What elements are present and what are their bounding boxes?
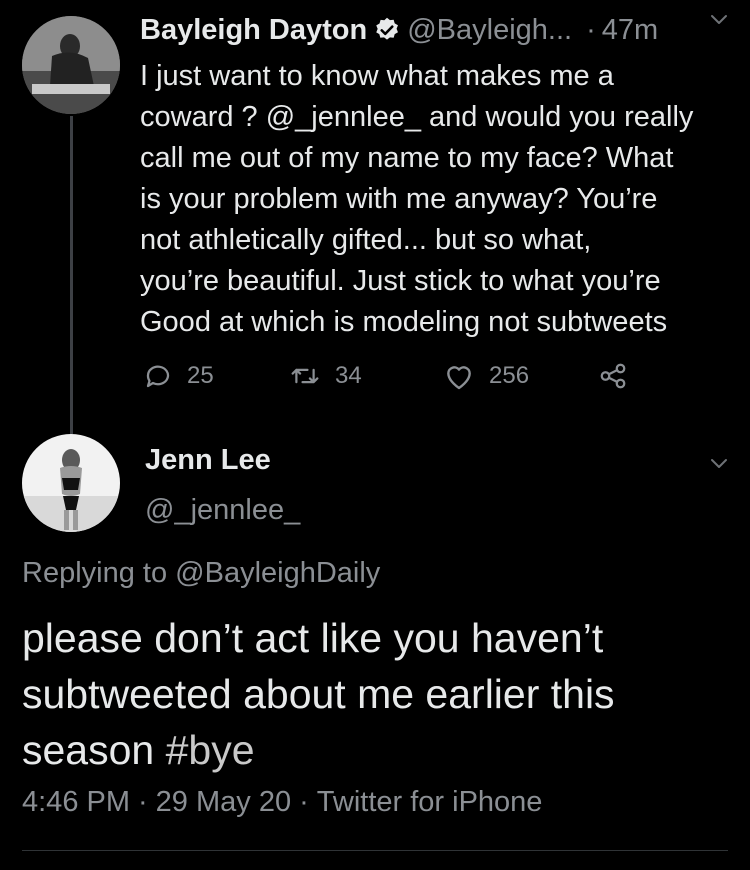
replying-to-line: Replying to @BayleighDaily: [22, 557, 380, 590]
tweet-actions: 25 34 256: [143, 358, 663, 394]
thread-connector-line: [70, 116, 73, 434]
tweet-text-main: please don’t act like you haven’t subtwe…: [22, 615, 615, 773]
tweet-text: I just want to know what makes me a cowa…: [140, 60, 694, 338]
author-name[interactable]: Bayleigh Dayton: [140, 14, 367, 47]
reply-icon: [146, 365, 170, 388]
tweet-time[interactable]: 47m: [602, 14, 658, 47]
replying-to-label: Replying to: [22, 557, 168, 589]
avatar-photo-icon: [22, 16, 120, 114]
author-handle[interactable]: @Bayleigh...: [407, 14, 572, 47]
avatar-photo-icon: [22, 434, 120, 532]
author-name[interactable]: Jenn Lee: [145, 444, 271, 477]
retweet-button[interactable]: 34: [289, 358, 362, 394]
chevron-down-icon[interactable]: [708, 8, 730, 30]
author-handle[interactable]: @_jennlee_: [145, 494, 300, 527]
avatar[interactable]: [22, 16, 120, 114]
tweet-metadata: 4:46 PM · 29 May 20 · Twitter for iPhone: [22, 786, 542, 819]
tweet-date[interactable]: 29 May 20: [156, 786, 291, 818]
tweet-timestamp[interactable]: 4:46 PM: [22, 786, 130, 818]
like-count: 256: [489, 362, 530, 389]
reply-button[interactable]: 25: [143, 358, 214, 394]
reply-count: 25: [187, 362, 214, 389]
tweet-text: please don’t act like you haven’t subtwe…: [22, 610, 732, 778]
chevron-down-icon[interactable]: [708, 452, 730, 474]
tweet-client[interactable]: Twitter for iPhone: [317, 786, 543, 818]
verified-badge-icon: [373, 16, 401, 44]
share-button[interactable]: [598, 358, 642, 394]
heart-icon: [447, 366, 471, 390]
share-icon: [600, 363, 626, 389]
separator-dot: ·: [299, 786, 309, 818]
like-button[interactable]: 256: [443, 358, 529, 394]
retweet-icon: [291, 368, 319, 384]
divider: [22, 850, 728, 851]
retweet-count: 34: [335, 362, 362, 389]
replying-to-handle-link[interactable]: @BayleighDaily: [175, 557, 380, 589]
hashtag-link[interactable]: #bye: [166, 727, 255, 773]
separator-dot: ·: [586, 13, 596, 46]
tweet-header: Bayleigh Dayton @Bayleigh... · 47m: [140, 12, 740, 48]
separator-dot: ·: [138, 786, 148, 818]
avatar[interactable]: [22, 434, 120, 532]
